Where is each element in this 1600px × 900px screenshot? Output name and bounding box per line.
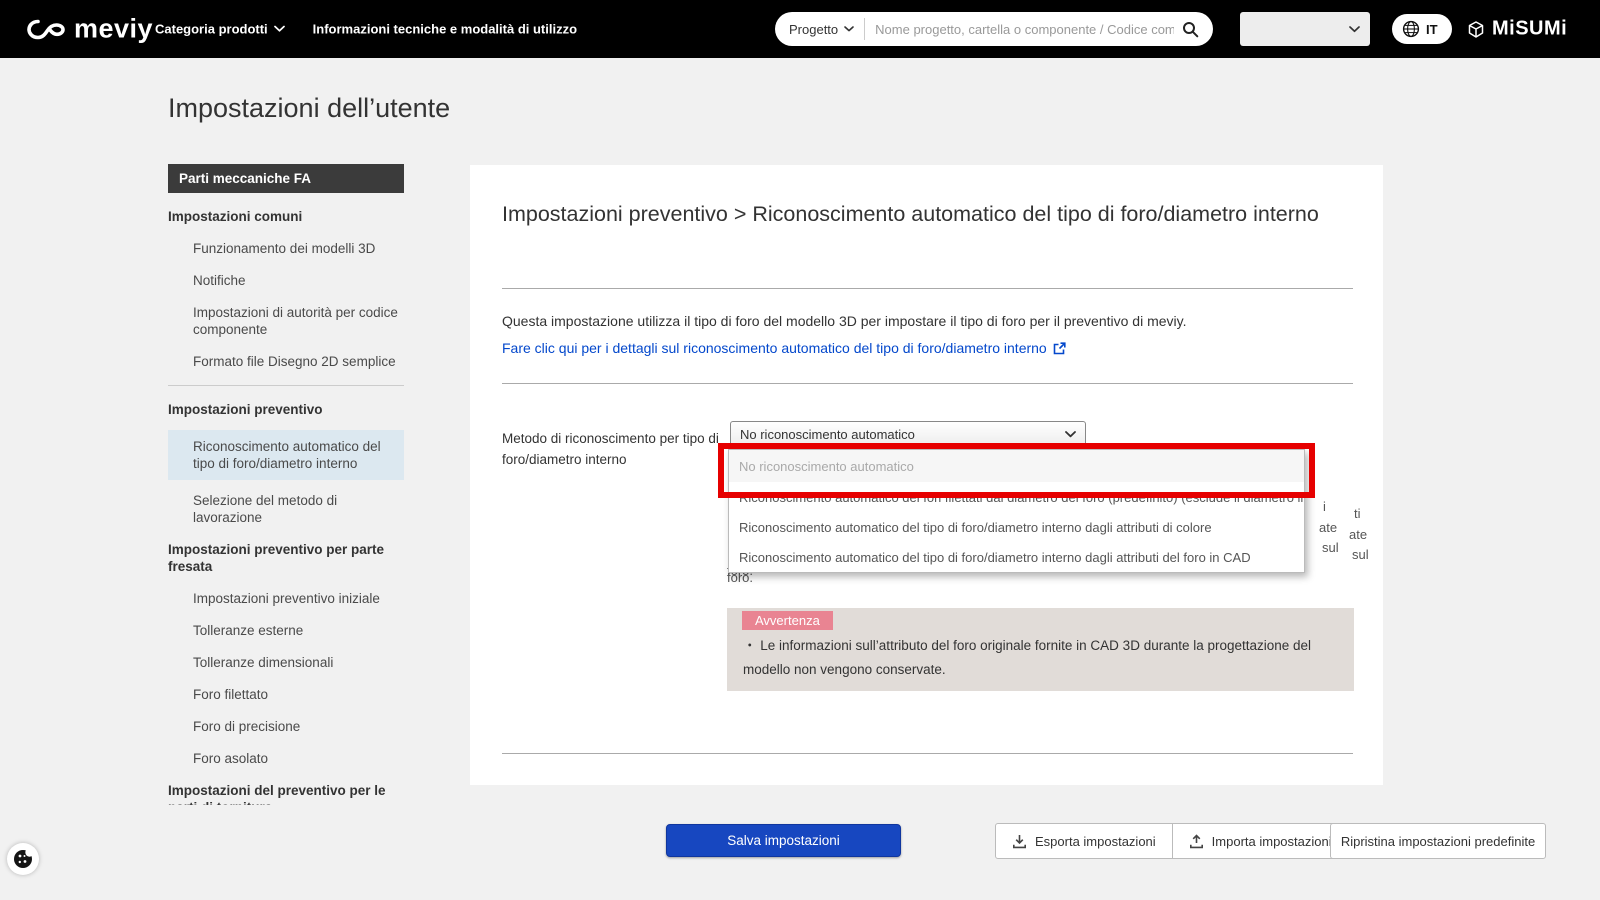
recognition-method-dropdown: No riconoscimento automatico Riconoscime… xyxy=(728,449,1305,573)
dropdown-option-no-recognition[interactable]: No riconoscimento automatico xyxy=(729,450,1304,482)
export-settings-button[interactable]: Esporta impostazioni xyxy=(995,823,1173,859)
details-link[interactable]: Fare clic qui per i dettagli sul riconos… xyxy=(502,340,1066,356)
brand-name: meviy xyxy=(74,13,154,44)
globe-icon xyxy=(1402,20,1420,38)
warning-label: Avvertenza xyxy=(742,611,833,630)
settings-panel: Impostazioni preventivo > Riconoscimento… xyxy=(470,165,1383,785)
upload-icon xyxy=(1189,833,1203,848)
background-text-fragment: ate xyxy=(1349,527,1368,542)
meviy-logo[interactable]: meviy xyxy=(26,14,153,45)
chevron-down-icon xyxy=(273,25,285,32)
dropdown-option-cad-hole-attributes[interactable]: Riconoscimento automatico del tipo di fo… xyxy=(729,542,1304,572)
dropdown-option-threaded-by-diameter[interactable]: Riconoscimento automatico dei fori filet… xyxy=(729,482,1304,512)
cookie-consent-icon[interactable] xyxy=(7,843,39,875)
warning-text: ・ Le informazioni sull’attributo del for… xyxy=(743,638,1312,677)
sidebar-item-foro-di-precisione-fresata[interactable]: Foro di precisione xyxy=(193,718,404,735)
export-button-label: Esporta impostazioni xyxy=(1035,833,1156,849)
sidebar-divider xyxy=(168,385,404,386)
save-settings-button[interactable]: Salva impostazioni xyxy=(666,824,901,857)
import-button-label: Importa impostazioni xyxy=(1211,833,1332,849)
sidebar-section-preventivo-parti-tornitura[interactable]: Impostazioni del preventivo per le parti… xyxy=(168,782,404,805)
divider xyxy=(502,288,1353,289)
misumi-cube-icon xyxy=(1468,20,1484,38)
setting-description: Questa impostazione utilizza il tipo di … xyxy=(502,313,1187,329)
sidebar-item-tolleranze-esterne[interactable]: Tolleranze esterne xyxy=(193,622,404,639)
recognition-method-select[interactable]: No riconoscimento automatico xyxy=(730,421,1086,447)
sidebar-item-tolleranze-dimensionali[interactable]: Tolleranze dimensionali xyxy=(193,654,404,671)
search-scope-select[interactable]: Progetto xyxy=(789,18,866,40)
search-scope-value: Progetto xyxy=(789,21,839,37)
sidebar-section-impostazioni-preventivo[interactable]: Impostazioni preventivo xyxy=(168,401,404,418)
divider xyxy=(502,383,1353,384)
header-empty-select[interactable] xyxy=(1240,12,1370,46)
language-code: IT xyxy=(1426,21,1438,37)
chevron-down-icon xyxy=(1065,430,1076,437)
sidebar-item-notifiche[interactable]: Notifiche xyxy=(193,272,404,289)
sidebar-item-foro-filettato-fresata[interactable]: Foro filettato xyxy=(193,686,404,703)
main-nav: Categoria prodotti Informazioni tecniche… xyxy=(155,22,577,37)
sidebar-item-funzionamento-modelli-3d[interactable]: Funzionamento dei modelli 3D xyxy=(193,240,404,257)
background-text-fragment: ti xyxy=(1354,506,1361,521)
sidebar-section-impostazioni-comuni[interactable]: Impostazioni comuni xyxy=(168,208,404,225)
sidebar-tab-parti-meccaniche-fa[interactable]: Parti meccaniche FA xyxy=(168,164,404,193)
nav-informazioni-tecniche[interactable]: Informazioni tecniche e modalità di util… xyxy=(313,22,577,37)
warning-box: Avvertenza ・ Le informazioni sull’attrib… xyxy=(727,608,1354,691)
search-bar: Progetto xyxy=(775,12,1213,46)
reset-defaults-button[interactable]: Ripristina impostazioni predefinite xyxy=(1330,823,1546,859)
background-text-fragment: ate xyxy=(1319,520,1338,535)
top-navigation-bar: meviy Categoria prodotti Informazioni te… xyxy=(0,0,1600,58)
language-switcher[interactable]: IT xyxy=(1392,14,1452,44)
sidebar-item-foro-asolato[interactable]: Foro asolato xyxy=(193,750,404,767)
misumi-logo[interactable]: MiSUMi xyxy=(1466,18,1567,41)
details-link-text[interactable]: Fare clic qui per i dettagli sul riconos… xyxy=(502,340,1047,356)
dropdown-option-color-attributes[interactable]: Riconoscimento automatico del tipo di fo… xyxy=(729,512,1304,542)
import-export-group: Esporta impostazioni Importa impostazion… xyxy=(995,823,1349,859)
external-link-icon xyxy=(1053,341,1066,354)
divider xyxy=(502,753,1353,754)
chevron-down-icon xyxy=(1349,25,1360,32)
sidebar-item-riconoscimento-automatico-active[interactable]: Riconoscimento automatico del tipo di fo… xyxy=(168,430,404,480)
background-text-fragment: sul xyxy=(1322,540,1339,555)
nav-categoria-prodotti[interactable]: Categoria prodotti xyxy=(155,22,285,37)
page-title: Impostazioni dell’utente xyxy=(168,93,451,123)
import-settings-button[interactable]: Importa impostazioni xyxy=(1172,823,1349,859)
meviy-logo-icon xyxy=(27,19,65,39)
nav-categoria-prodotti-label: Categoria prodotti xyxy=(155,21,268,37)
sidebar-item-autorita-codice-componente[interactable]: Impostazioni di autorità per codice comp… xyxy=(193,304,404,338)
background-text-fragment: sul xyxy=(1352,547,1369,562)
field-label: Metodo di riconoscimento per tipo di for… xyxy=(502,431,719,467)
misumi-brand-name: MiSUMi xyxy=(1492,17,1568,40)
sidebar-item-selezione-metodo-lavorazione[interactable]: Selezione del metodo di lavorazione xyxy=(193,492,404,526)
background-text-fragment: i xyxy=(1323,499,1326,514)
chevron-down-icon xyxy=(844,26,854,32)
select-current-value: No riconoscimento automatico xyxy=(740,426,915,442)
panel-title: Impostazioni preventivo > Riconoscimento… xyxy=(502,202,1319,226)
search-input[interactable] xyxy=(865,21,1180,37)
settings-sidebar: Parti meccaniche FA Impostazioni comuni … xyxy=(168,164,404,805)
sidebar-item-preventivo-iniziale-fresata[interactable]: Impostazioni preventivo iniziale xyxy=(193,590,404,607)
sidebar-section-preventivo-parte-fresata[interactable]: Impostazioni preventivo per parte fresat… xyxy=(168,541,404,575)
sidebar-item-formato-file-disegno-2d[interactable]: Formato file Disegno 2D semplice xyxy=(193,353,404,370)
search-icon[interactable] xyxy=(1180,19,1201,40)
download-icon xyxy=(1013,834,1026,848)
